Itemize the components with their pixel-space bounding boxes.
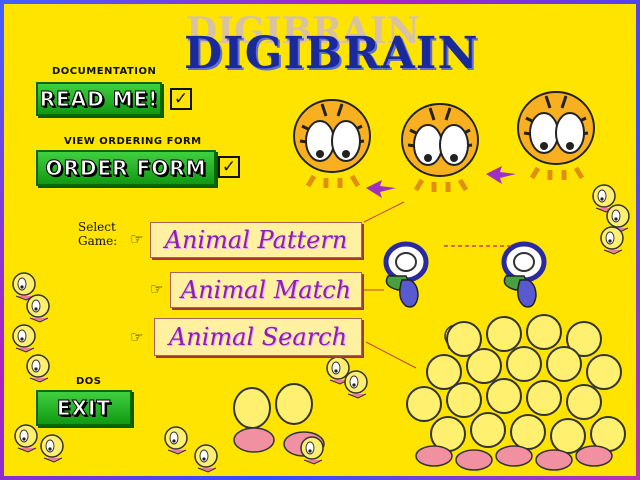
order-form-checkmark-icon: ✓	[218, 156, 240, 178]
documentation-caption: DOCUMENTATION	[52, 66, 157, 77]
pointer-hand-icon: ☞	[150, 282, 164, 298]
order-form-button[interactable]: ORDER FORM	[36, 150, 216, 186]
animal-pattern-button[interactable]: Animal Pattern	[150, 222, 362, 258]
read-me-checkmark-icon: ✓	[170, 88, 192, 110]
read-me-button[interactable]: READ ME!	[36, 82, 162, 116]
animal-search-button[interactable]: Animal Search	[154, 318, 362, 356]
app-title: DIGIBRAIN	[184, 28, 479, 79]
pointer-hand-icon: ☞	[130, 330, 144, 346]
dos-caption: DOS	[76, 376, 102, 387]
exit-button[interactable]: EXIT	[36, 390, 132, 426]
select-label: Select	[78, 220, 116, 234]
game-label: Game:	[78, 234, 118, 248]
ordering-form-caption: VIEW ORDERING FORM	[64, 136, 202, 147]
app-window: DIGIBRAIN DIGIBRAIN DOCUMENTATION READ M…	[0, 0, 640, 480]
pointer-hand-icon: ☞	[130, 232, 144, 248]
animal-match-button[interactable]: Animal Match	[170, 272, 362, 308]
main-menu: DIGIBRAIN DIGIBRAIN DOCUMENTATION READ M…	[4, 4, 636, 476]
